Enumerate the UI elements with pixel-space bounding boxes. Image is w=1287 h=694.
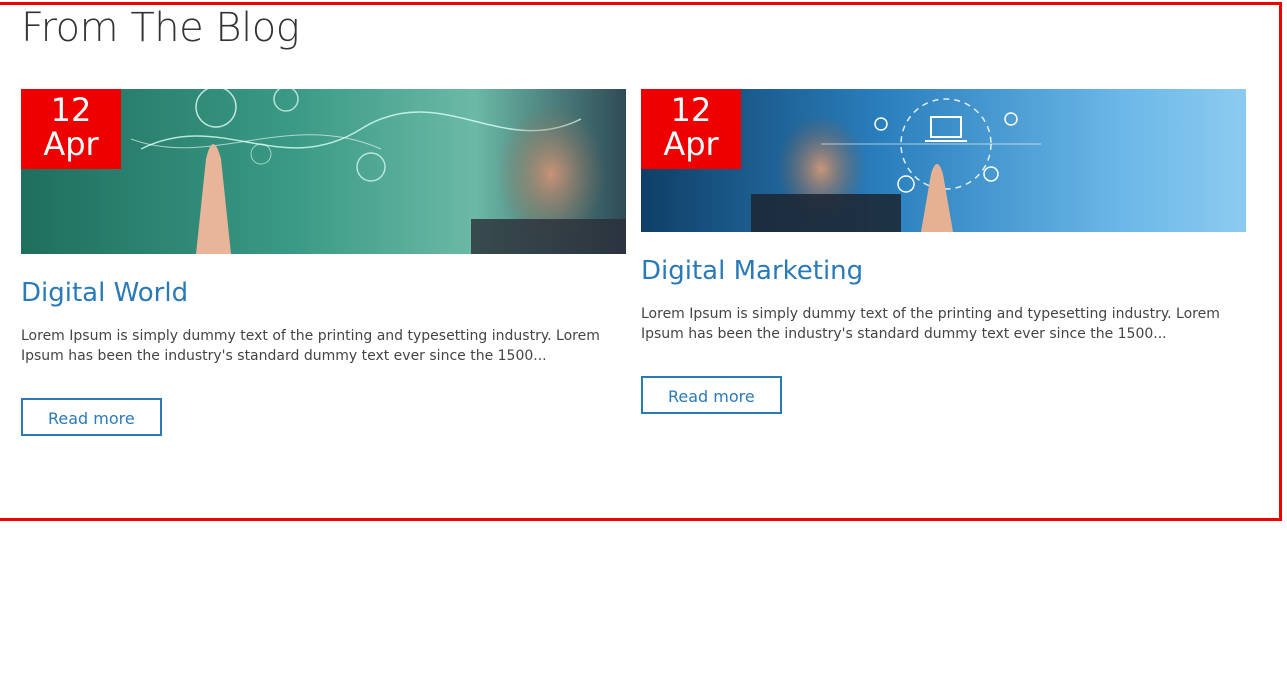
section-title: From The Blog <box>21 5 300 51</box>
post-excerpt: Lorem Ipsum is simply dummy text of the … <box>21 328 600 364</box>
date-badge: 12 Apr <box>641 89 741 169</box>
post-title[interactable]: Digital World <box>21 276 626 310</box>
read-more-button[interactable]: Read more <box>21 398 162 436</box>
read-more-button[interactable]: Read more <box>641 376 782 414</box>
date-month: Apr <box>43 125 99 163</box>
blog-image[interactable]: 12 Apr <box>641 89 1246 232</box>
blog-card: 12 Apr Digital World Lorem Ipsum is simp… <box>21 89 626 436</box>
date-month: Apr <box>663 125 719 163</box>
blog-card: 12 Apr Digital Marketing Lorem Ipsum is … <box>641 89 1246 414</box>
post-excerpt: Lorem Ipsum is simply dummy text of the … <box>641 306 1220 342</box>
date-badge: 12 Apr <box>21 89 121 169</box>
blog-image[interactable]: 12 Apr <box>21 89 626 254</box>
date-day: 12 <box>50 91 92 129</box>
date-day: 12 <box>670 91 712 129</box>
post-title[interactable]: Digital Marketing <box>641 254 1246 288</box>
